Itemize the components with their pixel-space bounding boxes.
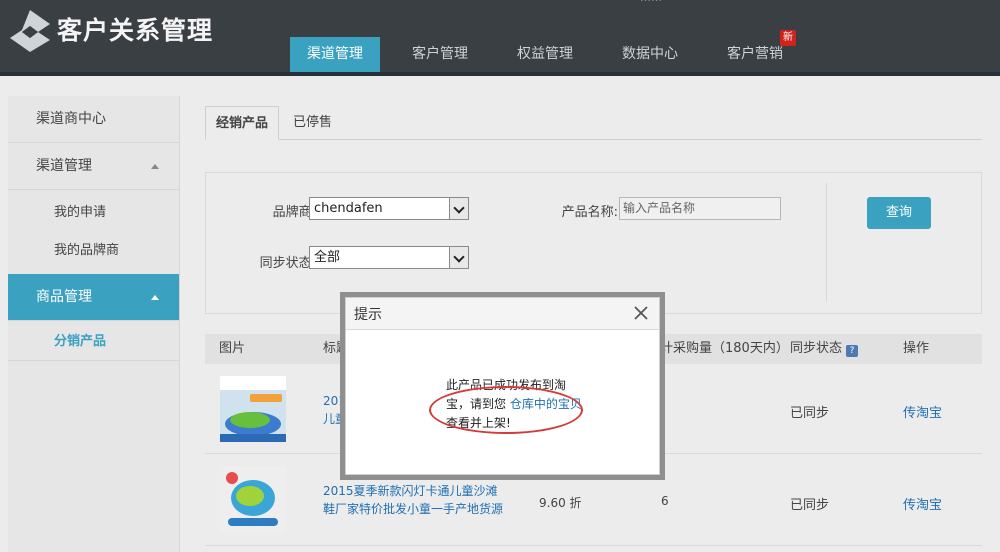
top-header: …… 客户关系管理 渠道管理 客户管理 权益管理 数据中心 客户营销 新 <box>0 0 1000 72</box>
app-logo-icon <box>10 10 50 52</box>
sidebar-item-channel-mgmt[interactable]: 渠道管理 <box>8 143 179 190</box>
sidebar-item-my-application[interactable]: 我的申请 <box>8 194 179 232</box>
sidebar: 渠道商中心 渠道管理 我的申请 我的品牌商 商品管理 分销产品 <box>8 96 180 552</box>
dialog-header: 提示 <box>346 298 659 330</box>
col-header-sync-status-label: 同步状态 <box>790 341 843 356</box>
product-title-link[interactable]: 2015夏季新款闪灯卡通儿童沙滩 鞋厂家特价批发小童一手产地货源 <box>323 482 513 518</box>
product-name-label: 产品名称: <box>561 205 618 220</box>
help-icon[interactable]: ? <box>846 345 859 357</box>
sidebar-item-label: 渠道商中心 <box>36 111 106 127</box>
brand-select-value: chendafen <box>314 201 383 216</box>
col-header-purchase: 计采购量（180天内） <box>660 341 789 356</box>
sidebar-item-my-brands[interactable]: 我的品牌商 <box>8 232 179 270</box>
product-thumbnail[interactable] <box>220 376 286 442</box>
annotation-circle <box>429 386 583 434</box>
tab-discontinued[interactable]: 已停售 <box>283 106 342 140</box>
collapse-arrow-icon <box>151 164 159 169</box>
col-header-sync-status: 同步状态? <box>790 334 859 364</box>
col-header-operation: 操作 <box>903 341 930 356</box>
product-thumbnail[interactable] <box>220 466 286 532</box>
sync-status-value: 已同步 <box>790 498 830 513</box>
sidebar-item-distribute-products[interactable]: 分销产品 <box>8 323 179 361</box>
upload-taobao-link[interactable]: 传淘宝 <box>903 402 942 421</box>
discount-value: 9.60 折 <box>539 496 582 510</box>
sync-status-label: 同步状态: <box>259 256 316 271</box>
dialog-title: 提示 <box>354 307 382 323</box>
query-button[interactable]: 查询 <box>867 197 931 229</box>
header-divider <box>0 72 1000 76</box>
tab-distribution-products[interactable]: 经销产品 <box>205 106 280 140</box>
product-title-line: 2015夏季新款闪灯卡通儿童沙滩 <box>323 484 498 498</box>
close-icon[interactable] <box>631 303 651 323</box>
sidebar-item-channel-center[interactable]: 渠道商中心 <box>8 96 179 143</box>
col-header-image: 图片 <box>219 341 246 356</box>
sync-status-value: 已同步 <box>790 406 830 421</box>
product-title-line: 鞋厂家特价批发小童一手产地货源 <box>323 502 504 516</box>
top-links-strip[interactable]: …… <box>640 0 985 4</box>
upload-taobao-link[interactable]: 传淘宝 <box>903 494 942 513</box>
chevron-down-icon[interactable] <box>449 247 468 268</box>
sidebar-item-label: 商品管理 <box>36 289 92 305</box>
brand-select[interactable]: chendafen <box>309 197 469 220</box>
tab-divider <box>205 139 982 140</box>
collapse-arrow-icon <box>151 295 159 300</box>
chevron-down-icon[interactable] <box>449 198 468 219</box>
notice-dialog: 提示 此产品已成功发布到淘宝，请到您 仓库中的宝贝 查看并上架! <box>345 297 660 475</box>
app-title: 客户关系管理 <box>57 16 214 45</box>
nav-channel-mgmt[interactable]: 渠道管理 <box>290 37 380 72</box>
brand-label: 品牌商: <box>272 205 316 220</box>
nav-data-center[interactable]: 数据中心 <box>605 37 695 72</box>
sync-status-select[interactable]: 全部 <box>309 246 469 269</box>
nav-customer-mgmt[interactable]: 客户管理 <box>395 37 485 72</box>
sync-status-select-value: 全部 <box>314 250 341 265</box>
new-badge: 新 <box>780 30 796 46</box>
filter-divider <box>826 183 827 301</box>
sidebar-item-label: 渠道管理 <box>36 158 92 174</box>
product-name-input[interactable]: 输入产品名称 <box>619 197 781 220</box>
nav-rights-mgmt[interactable]: 权益管理 <box>500 37 590 72</box>
purchase-count: 6 <box>661 494 669 508</box>
sidebar-item-product-mgmt[interactable]: 商品管理 <box>8 274 179 321</box>
